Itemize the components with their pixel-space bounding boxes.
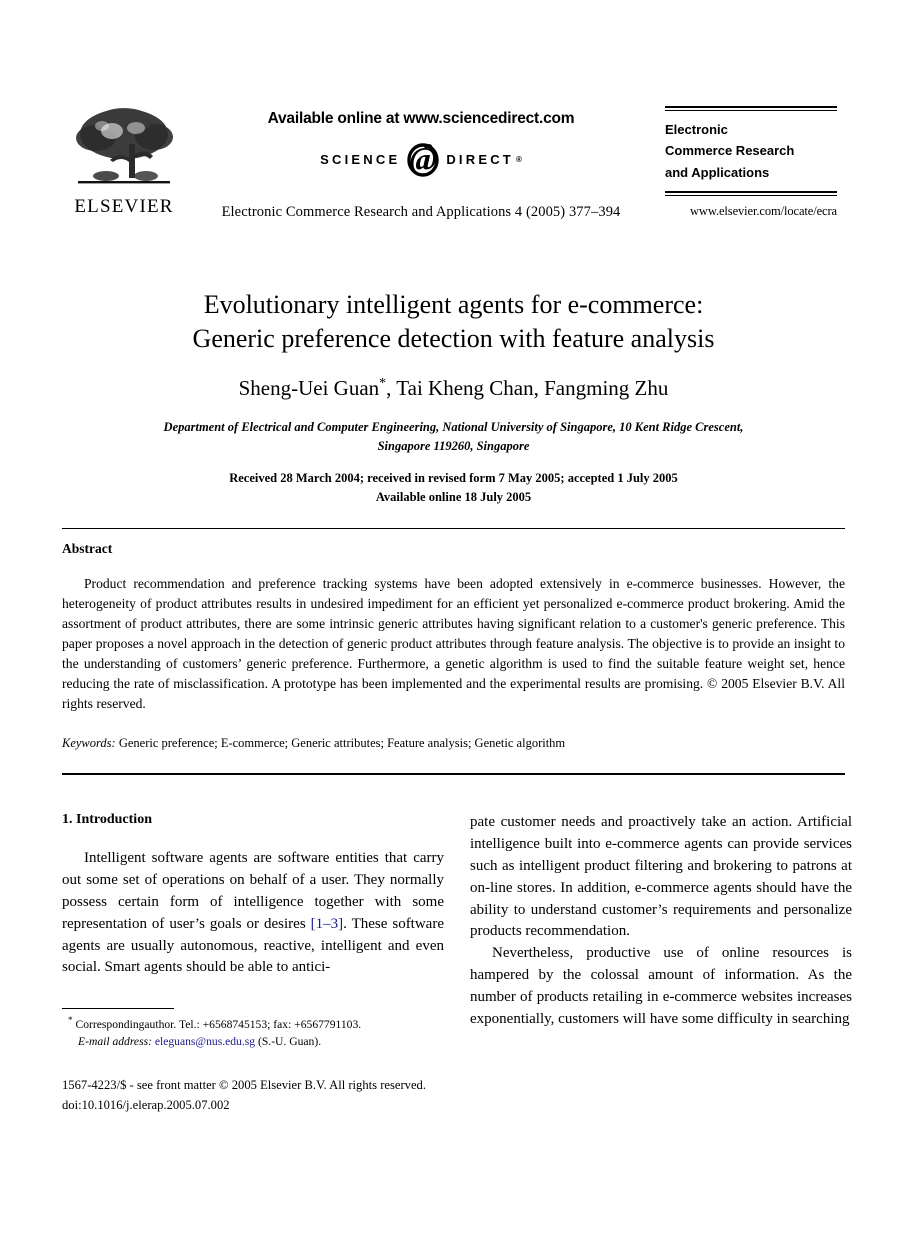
footnote-email-line: E-mail address: eleguans@nus.edu.sg (S.-…	[62, 1033, 444, 1050]
abstract-heading: Abstract	[62, 541, 113, 556]
affiliation-line-2: Singapore 119260, Singapore	[377, 438, 530, 453]
footnote-star-marker: *	[68, 1015, 73, 1025]
footnote-contact-text: Correspondingauthor. Tel.: +6568745153; …	[75, 1017, 362, 1031]
sciencedirect-block: Available online at www.sciencedirect.co…	[196, 110, 646, 221]
elsevier-logo: ELSEVIER	[66, 104, 182, 216]
journal-url: www.elsevier.com/locate/ecra	[689, 204, 837, 219]
paper-first-page: ELSEVIER Available online at www.science…	[0, 0, 907, 1238]
body-columns: 1. Introduction Intelligent software age…	[62, 812, 852, 1031]
affiliation: Department of Electrical and Computer En…	[60, 418, 847, 456]
authors-remaining: , Tai Kheng Chan, Fangming Zhu	[386, 375, 669, 400]
intro-paragraph-3: Nevertheless, productive use of online r…	[470, 945, 852, 1028]
affiliation-line-1: Department of Electrical and Computer En…	[163, 419, 744, 434]
corresponding-author-footnote: * Correspondingauthor. Tel.: +6568745153;…	[62, 1008, 444, 1051]
author-list: Sheng-Uei Guan*, Tai Kheng Chan, Fangmin…	[60, 375, 847, 402]
journal-title: Electronic Commerce Research and Applica…	[665, 111, 837, 187]
at-glyph: @	[409, 141, 438, 178]
abstract-top-rule	[62, 528, 845, 529]
email-owner: (S.-U. Guan).	[257, 1035, 322, 1049]
citation-link-1-3[interactable]: [1–3]	[311, 916, 344, 932]
journal-title-block: Electronic Commerce Research and Applica…	[665, 106, 837, 219]
front-matter-line: 1567-4223/$ - see front matter © 2005 El…	[62, 1078, 426, 1092]
column-right: pate customer needs and proactively take…	[470, 812, 852, 1031]
section-heading-introduction: 1. Introduction	[62, 812, 152, 827]
page-title: Evolutionary intelligent agents for e-co…	[60, 288, 847, 357]
title-block: Evolutionary intelligent agents for e-co…	[60, 288, 847, 507]
paper-title-line-1: Evolutionary intelligent agents for e-co…	[203, 290, 704, 319]
journal-rule-bottom	[665, 191, 837, 197]
journal-citation-line: Electronic Commerce Research and Applica…	[221, 204, 621, 220]
sciencedirect-word-left: SCIENCE	[320, 151, 401, 167]
keywords-line: Keywords: Generic preference; E-commerce…	[62, 736, 845, 751]
available-online-line: Available online 18 July 2005	[375, 490, 532, 505]
intro-paragraph-2: pate customer needs and proactively take…	[470, 814, 852, 940]
journal-title-line-1: Electronic	[665, 122, 728, 137]
paper-title-line-2: Generic preference detection with featur…	[192, 324, 715, 354]
received-line: Received 28 March 2004; received in revi…	[229, 471, 678, 486]
article-dates: Received 28 March 2004; received in revi…	[60, 469, 847, 507]
keywords-label: Keywords:	[62, 735, 116, 750]
at-sign-icon: @	[404, 140, 442, 178]
available-online-text: Available online at www.sciencedirect.co…	[267, 110, 575, 127]
email-label: E-mail address:	[78, 1035, 152, 1049]
column-left: 1. Introduction Intelligent software age…	[62, 812, 444, 1031]
intro-paragraph-1: Intelligent software agents are software…	[62, 848, 444, 979]
journal-title-line-3: and Applications	[665, 164, 770, 180]
email-link[interactable]: eleguans@nus.edu.sg	[155, 1035, 255, 1048]
footnote-rule	[62, 1008, 174, 1009]
keywords-value: Generic preference; E-commerce; Generic …	[118, 735, 566, 750]
sciencedirect-logo: SCIENCE @ DIRECT ®	[196, 140, 646, 178]
elsevier-wordmark: ELSEVIER	[74, 196, 174, 217]
registered-mark: ®	[515, 154, 522, 164]
footnote-contact-line: * Correspondingauthor. Tel.: +6568745153;…	[62, 1014, 444, 1033]
masthead: ELSEVIER Available online at www.science…	[0, 96, 907, 246]
abstract-bottom-rule	[62, 773, 845, 775]
abstract-section: Abstract Product recommendation and pref…	[62, 541, 845, 751]
author-primary: Sheng-Uei Guan	[238, 375, 380, 400]
doi-line: doi:10.1016/j.elerap.2005.07.002	[62, 1097, 230, 1112]
abstract-text: Product recommendation and preference tr…	[62, 576, 845, 711]
page-footer: 1567-4223/$ - see front matter © 2005 El…	[62, 1076, 426, 1115]
sciencedirect-word-right: DIRECT	[446, 151, 514, 167]
elsevier-tree-icon	[76, 108, 173, 184]
journal-title-line-2: Commerce Research	[665, 143, 795, 159]
